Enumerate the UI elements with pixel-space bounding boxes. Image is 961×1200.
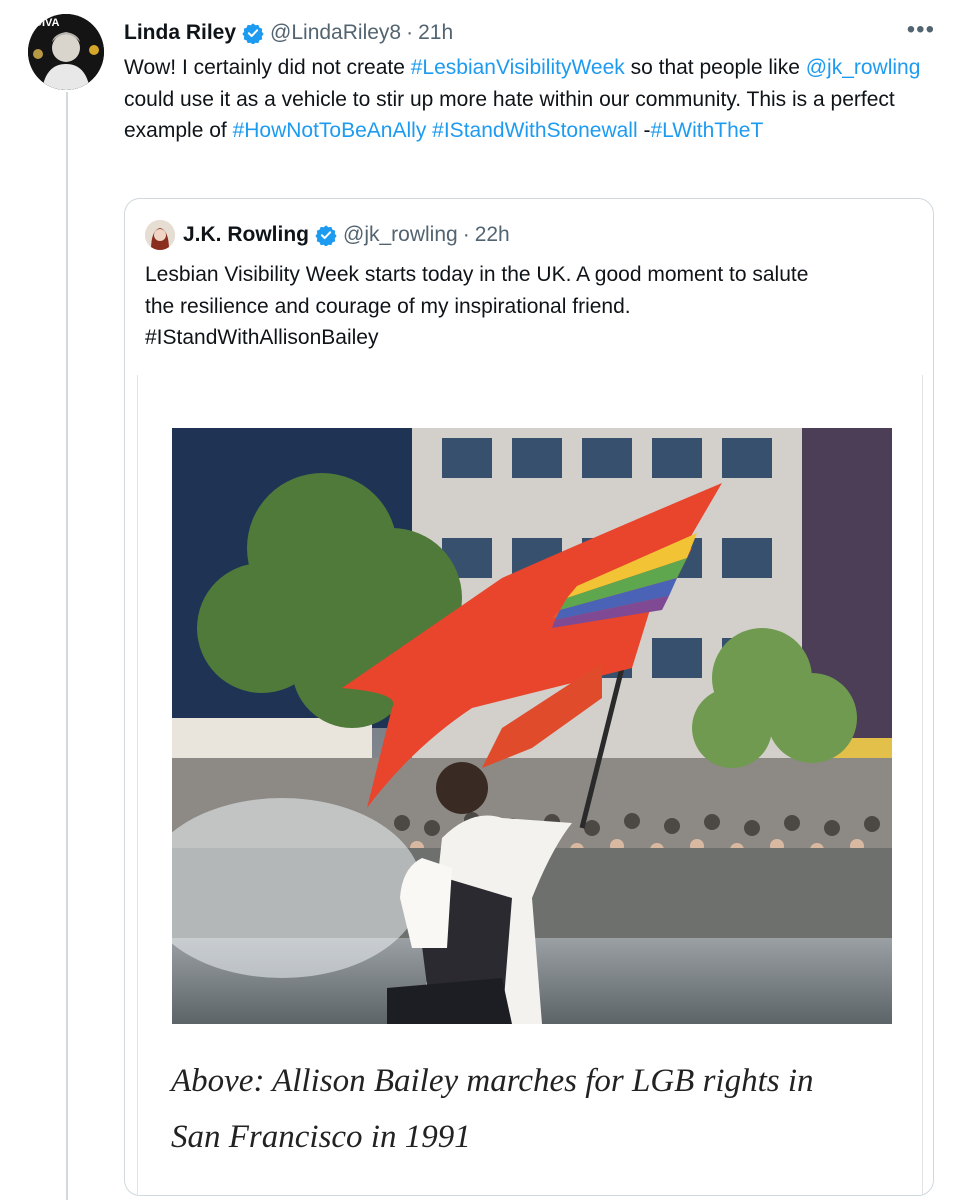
tweet-text-segment: Wow! I certainly did not create bbox=[124, 56, 411, 79]
quoted-text-line: the resilience and courage of my inspira… bbox=[145, 294, 631, 318]
jk-rowling-avatar bbox=[145, 220, 175, 250]
caption-line: Above: Allison Bailey marches for LGB ri… bbox=[171, 1063, 814, 1099]
quoted-tweet-card[interactable]: J.K. Rowling @jk_rowling · 22h Lesbian V… bbox=[124, 198, 934, 1196]
caption-line: San Francisco in 1991 bbox=[171, 1119, 471, 1155]
tweet-link[interactable]: #HowNotToBeAnAlly bbox=[233, 119, 427, 142]
header-separator: · bbox=[406, 21, 414, 44]
author-handle[interactable]: @LindaRiley8 bbox=[270, 21, 401, 45]
quoted-tweet-text: Lesbian Visibility Week starts today in … bbox=[145, 259, 915, 354]
quoted-header-separator: · bbox=[462, 223, 470, 246]
quoted-text-line: Lesbian Visibility Week starts today in … bbox=[145, 263, 809, 286]
tweet-link[interactable]: #LesbianVisibilityWeek bbox=[411, 56, 625, 79]
verified-badge-icon bbox=[315, 225, 337, 246]
tweet-text-segment: so that people like bbox=[624, 56, 806, 79]
tweet-timestamp[interactable]: 21h bbox=[418, 21, 453, 45]
linda-riley-avatar[interactable]: DIVA bbox=[28, 14, 104, 90]
quoted-text-hashtag: #IStandWithAllisonBailey bbox=[145, 326, 379, 349]
tweet-body-text: Wow! I certainly did not create #Lesbian… bbox=[124, 52, 924, 147]
tweet-link[interactable]: #IStandWithStonewall bbox=[432, 119, 637, 142]
thread-connector-line bbox=[66, 92, 68, 1200]
tweet-text-segment: - bbox=[637, 119, 651, 142]
more-options-icon[interactable]: ••• bbox=[907, 16, 935, 44]
quoted-tweet-media[interactable]: Above: Allison Bailey marches for LGB ri… bbox=[137, 375, 923, 1195]
tweet-header: Linda Riley @LindaRiley8 · 21h bbox=[124, 18, 453, 48]
quoted-author-name[interactable]: J.K. Rowling bbox=[183, 223, 309, 247]
photo-caption: Above: Allison Bailey marches for LGB ri… bbox=[171, 1053, 891, 1165]
parade-photo[interactable] bbox=[172, 428, 892, 1024]
tweet-link[interactable]: #LWithTheT bbox=[650, 119, 763, 142]
author-name[interactable]: Linda Riley bbox=[124, 21, 236, 45]
quoted-tweet-timestamp[interactable]: 22h bbox=[475, 223, 510, 247]
quoted-tweet-header: J.K. Rowling @jk_rowling · 22h bbox=[145, 219, 510, 251]
diva-logo-text: DIVA bbox=[34, 17, 60, 29]
verified-badge-icon bbox=[242, 23, 264, 44]
quoted-author-handle[interactable]: @jk_rowling bbox=[343, 223, 458, 247]
tweet-link[interactable]: @jk_rowling bbox=[806, 56, 921, 79]
